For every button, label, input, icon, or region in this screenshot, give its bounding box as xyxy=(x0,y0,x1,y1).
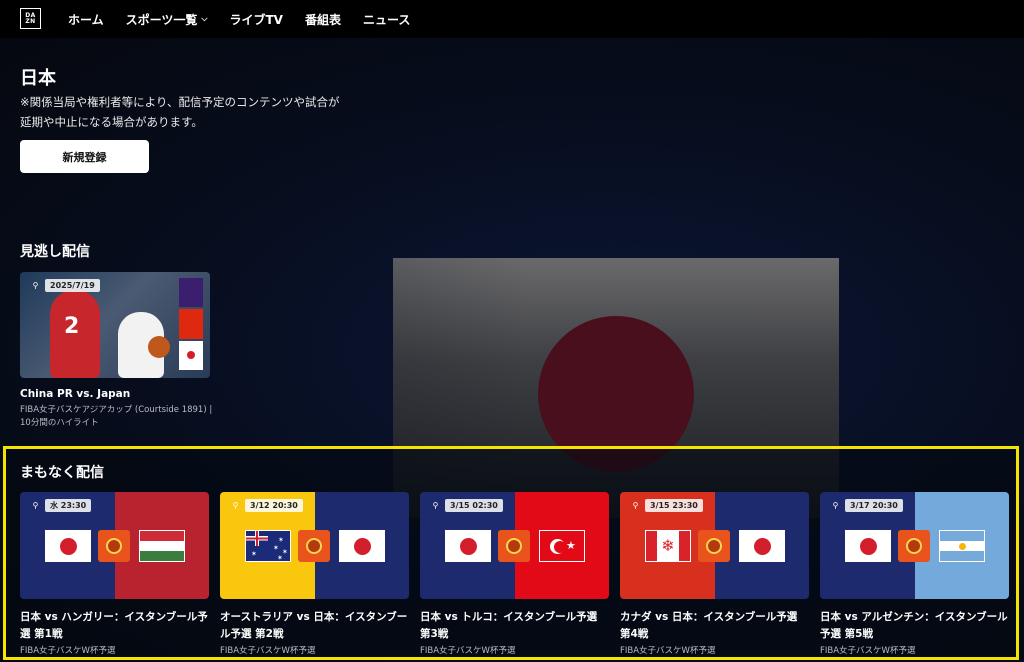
flag-japan-icon xyxy=(845,530,891,562)
flag-turkey-icon: ★ xyxy=(539,530,585,562)
nav-item-home[interactable]: ホーム xyxy=(68,11,104,28)
lock-icon: ⚲ xyxy=(432,501,439,510)
date-badge: ⚲ 3/12 20:30 xyxy=(230,499,303,512)
nav-item-news[interactable]: ニュース xyxy=(363,11,410,28)
fiba-emblem-icon xyxy=(98,530,130,562)
chevron-down-icon: ⌵ xyxy=(201,14,208,23)
missed-card-subtitle: FIBA女子バスケアジアカップ (Courtside 1891) | 10分間の… xyxy=(20,405,213,428)
flag-argentina-icon xyxy=(939,530,985,562)
card-subtitle: FIBA女子バスケW杯予選 xyxy=(20,646,116,656)
nav-item-sports[interactable]: スポーツ一覧 ⌵ xyxy=(126,11,208,28)
missed-section-title: 見逃し配信 xyxy=(20,244,90,260)
card-subtitle: FIBA女子バスケW杯予選 xyxy=(820,646,916,656)
date-badge: ⚲ 3/17 20:30 xyxy=(830,499,903,512)
upcoming-card[interactable]: ❄ ⚲ 3/15 23:30 カナダ vs 日本：イスタンブール予選 第4戦 F… xyxy=(620,492,809,656)
date-badge: ⚲ 水 23:30 xyxy=(30,499,92,512)
dazn-logo[interactable]: DA ZN xyxy=(20,8,41,29)
basketball xyxy=(148,336,170,358)
side-flags xyxy=(179,278,203,370)
notice-text: ※関係当局や権利者等により、配信予定のコンテンツや試合が延期や中止になる場合があ… xyxy=(20,95,340,129)
date-badge: ⚲ 2025/7/19 xyxy=(30,279,100,292)
flag-australia-icon: ✶ ✶ ✶ ✶ ✶ xyxy=(245,530,291,562)
card-title[interactable]: カナダ vs 日本：イスタンブール予選 第4戦 xyxy=(620,609,809,643)
date-badge: ⚲ 3/15 02:30 xyxy=(430,499,503,512)
fiba-emblem-icon xyxy=(498,530,530,562)
card-title[interactable]: オーストラリア vs 日本：イスタンブール予選 第2戦 xyxy=(220,609,409,643)
missed-card-thumbnail[interactable]: 2 ⚲ 2025/7/19 xyxy=(20,272,210,378)
register-button[interactable]: 新規登録 xyxy=(20,140,149,173)
card-title[interactable]: 日本 vs アルゼンチン：イスタンブール予選 第5戦 xyxy=(820,609,1009,643)
card-subtitle: FIBA女子バスケW杯予選 xyxy=(420,646,516,656)
flag-japan-icon xyxy=(739,530,785,562)
nav-item-live-tv[interactable]: ライブTV xyxy=(229,11,282,28)
lock-icon: ⚲ xyxy=(632,501,639,510)
flag-japan-icon xyxy=(45,530,91,562)
upcoming-card[interactable]: ⚲ 水 23:30 日本 vs ハンガリー：イスタンブール予選 第1戦 FIBA… xyxy=(20,492,209,656)
nav-menu: ホーム スポーツ一覧 ⌵ ライブTV 番組表 ニュース xyxy=(68,0,410,38)
card-thumbnail[interactable]: ✶ ✶ ✶ ✶ ✶ ⚲ 3/12 20:30 xyxy=(220,492,409,599)
date-badge: ⚲ 3/15 23:30 xyxy=(630,499,703,512)
upcoming-section-title: まもなく配信 xyxy=(20,465,104,481)
lock-icon: ⚲ xyxy=(832,501,839,510)
top-nav: DA ZN ホーム スポーツ一覧 ⌵ ライブTV 番組表 ニュース xyxy=(0,0,1024,38)
lock-icon: ⚲ xyxy=(32,501,39,510)
card-thumbnail[interactable]: ❄ ⚲ 3/15 23:30 xyxy=(620,492,809,599)
flag-japan-icon xyxy=(339,530,385,562)
player-red: 2 xyxy=(50,290,100,378)
lock-icon: ⚲ xyxy=(232,501,239,510)
card-subtitle: FIBA女子バスケW杯予選 xyxy=(620,646,716,656)
flag-hungary-icon xyxy=(139,530,185,562)
card-thumbnail[interactable]: ★ ⚲ 3/15 02:30 xyxy=(420,492,609,599)
fiba-emblem-icon xyxy=(698,530,730,562)
card-subtitle: FIBA女子バスケW杯予選 xyxy=(220,646,316,656)
card-thumbnail[interactable]: ⚲ 水 23:30 xyxy=(20,492,209,599)
lock-icon: ⚲ xyxy=(32,281,39,290)
upcoming-cards: ⚲ 水 23:30 日本 vs ハンガリー：イスタンブール予選 第1戦 FIBA… xyxy=(20,492,1009,656)
nav-item-schedule[interactable]: 番組表 xyxy=(305,11,341,28)
card-thumbnail[interactable]: ⚲ 3/17 20:30 xyxy=(820,492,1009,599)
flag-canada-icon: ❄ xyxy=(645,530,691,562)
flag-japan-icon xyxy=(445,530,491,562)
card-title[interactable]: 日本 vs ハンガリー：イスタンブール予選 第1戦 xyxy=(20,609,209,643)
card-title[interactable]: 日本 vs トルコ：イスタンブール予選 第3戦 xyxy=(420,609,609,643)
fiba-emblem-icon xyxy=(898,530,930,562)
page-title: 日本 xyxy=(20,68,56,89)
fiba-emblem-icon xyxy=(298,530,330,562)
upcoming-card[interactable]: ✶ ✶ ✶ ✶ ✶ ⚲ 3/12 20:30 オーストラリア vs 日本：イスタ… xyxy=(220,492,409,656)
missed-card-title[interactable]: China PR vs. Japan xyxy=(20,388,130,400)
upcoming-card[interactable]: ★ ⚲ 3/15 02:30 日本 vs トルコ：イスタンブール予選 第3戦 F… xyxy=(420,492,609,656)
upcoming-card[interactable]: ⚲ 3/17 20:30 日本 vs アルゼンチン：イスタンブール予選 第5戦 … xyxy=(820,492,1009,656)
